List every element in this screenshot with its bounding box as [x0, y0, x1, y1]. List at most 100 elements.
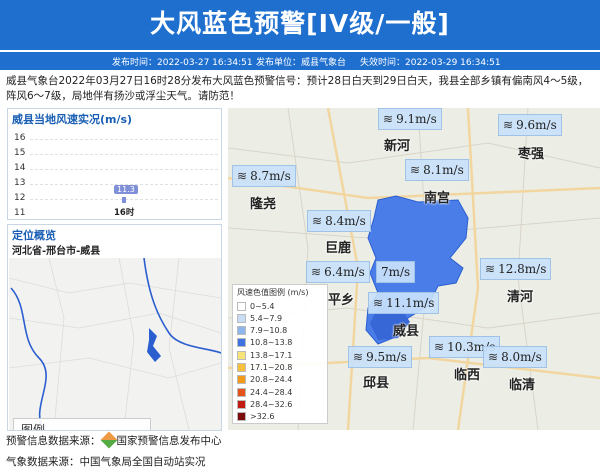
y-tick-label: 11 — [14, 208, 26, 218]
city-label: 清河 — [507, 290, 534, 305]
y-tick-label: 13 — [14, 178, 26, 188]
wind-legend-swatch — [237, 412, 246, 422]
station-value: 8.7m/s — [250, 169, 291, 183]
city-label: 临清 — [509, 378, 536, 393]
wind-legend-swatch — [237, 338, 246, 348]
wind-legend-label: 0~5.4 — [250, 301, 275, 311]
wind-legend-label: 10.8~13.8 — [250, 338, 293, 348]
wind-icon: ≋ — [488, 350, 499, 364]
wind-legend-item: 13.8~17.1 — [237, 349, 325, 361]
warning-source-name[interactable]: 国家预警信息发布中心 — [117, 435, 222, 447]
city-label: 威县 — [393, 324, 420, 339]
overview-location: 河北省-邢台市-威县 — [12, 246, 101, 257]
wind-station-label[interactable]: ≋ 12.8m/s — [480, 258, 552, 280]
grid-line — [30, 169, 218, 170]
wind-legend-title: 风速色值图例 (m/s) — [237, 288, 309, 297]
station-value: 12.8m/s — [498, 262, 547, 276]
overview-title: 定位概览 — [12, 229, 56, 242]
wind-icon: ≋ — [312, 214, 323, 228]
station-value: 9.1m/s — [396, 112, 437, 126]
bar-value-label: 11.3 — [114, 185, 138, 194]
city-label: 临西 — [454, 368, 481, 383]
wind-icon: ≋ — [503, 118, 514, 132]
wind-legend-label: 13.8~17.1 — [250, 350, 293, 360]
location-overview-panel: 定位概览 河北省-邢台市-威县 图例 国界 省界 — [7, 224, 222, 431]
station-value: 7m/s — [381, 265, 411, 279]
minimap-graphic — [9, 258, 221, 430]
alert-meta-bar: 发布时间：2022-03-27 16:34:51 发布单位：威县气象台 失效时间… — [0, 52, 600, 70]
wind-station-label[interactable]: ≋ 8.1m/s — [405, 159, 469, 181]
wind-legend-item: 17.1~20.8 — [237, 362, 325, 374]
wind-station-label[interactable]: ≋ 8.7m/s — [232, 165, 296, 187]
x-axis-label: 16时 — [114, 208, 135, 218]
station-value: 8.1m/s — [423, 163, 464, 177]
grid-line — [30, 154, 218, 155]
wind-legend-label: 24.4~28.4 — [250, 387, 293, 397]
warning-source-line: 预警信息数据来源： 国家预警信息发布中心 — [6, 431, 222, 449]
alert-header: 大风蓝色预警[IV级/一般] — [0, 0, 600, 50]
expire-time: 失效时间：2022-03-29 16:34:51 — [360, 58, 501, 68]
warning-source-label: 预警信息数据来源： — [6, 435, 101, 447]
city-label: 枣强 — [518, 147, 545, 162]
wind-station-label[interactable]: ≋ 11.1m/s — [368, 292, 440, 314]
station-value: 8.0m/s — [501, 350, 542, 364]
wind-station-label[interactable]: ≋ 9.6m/s — [498, 114, 562, 136]
wind-station-label[interactable]: ≋ 9.1m/s — [378, 108, 442, 130]
wind-legend-swatch — [237, 375, 246, 385]
overview-minimap[interactable]: 图例 国界 省界 — [9, 258, 221, 430]
city-label: 新河 — [384, 139, 411, 154]
wind-legend-label: 20.8~24.4 — [250, 375, 293, 385]
wind-station-label[interactable]: ≋ 9.5m/s — [348, 346, 412, 368]
station-value: 6.4m/s — [324, 265, 365, 279]
wind-icon: ≋ — [410, 163, 421, 177]
wind-legend-label: 7.9~10.8 — [250, 326, 288, 336]
wind-legend-item: 7.9~10.8 — [237, 325, 325, 337]
city-label: 平乡 — [328, 293, 355, 308]
wind-legend-swatch — [237, 313, 246, 323]
wind-icon: ≋ — [383, 112, 394, 126]
wind-legend-label: 5.4~7.9 — [250, 313, 283, 323]
alert-description: 威县气象台2022年03月27日16时28分发布大风蓝色预警信号：预计28日白天… — [6, 75, 589, 102]
wind-legend-item: 24.4~28.4 — [237, 386, 325, 398]
y-tick-label: 15 — [14, 148, 26, 158]
wind-icon: ≋ — [434, 340, 445, 354]
wind-icon: ≋ — [373, 296, 384, 310]
wind-station-label[interactable]: 7m/s — [376, 261, 416, 283]
wind-speed-panel: 威县当地风速实况(m/s) 16 15 14 13 12 11 11.3 16时 — [7, 108, 222, 220]
city-label: 南宫 — [424, 191, 451, 206]
wind-station-label[interactable]: ≋ 8.0m/s — [483, 346, 547, 368]
alert-title: 大风蓝色预警[IV级/一般] — [150, 9, 450, 38]
wind-legend-swatch — [237, 399, 246, 409]
wind-legend-swatch — [237, 387, 246, 397]
wind-color-legend: 风速色值图例 (m/s) 0~5.4 5.4~7.9 7.9~10.8 10.8~13… — [232, 284, 328, 424]
overview-legend: 图例 国界 省界 — [13, 418, 151, 430]
grid-line — [30, 139, 218, 140]
wind-legend-label: >32.6 — [250, 412, 275, 422]
wind-legend-swatch — [237, 350, 246, 360]
wind-legend-item: 28.4~32.6 — [237, 398, 325, 410]
bar-mark — [122, 197, 126, 203]
wind-icon: ≋ — [311, 265, 322, 279]
warning-center-logo-icon — [100, 431, 117, 449]
wind-legend-item: >32.6 — [237, 411, 325, 423]
wind-legend-swatch — [237, 326, 246, 336]
station-value: 11.1m/s — [386, 296, 435, 310]
y-tick-label: 14 — [14, 163, 26, 173]
wind-legend-item: 5.4~7.9 — [237, 312, 325, 324]
weather-source-line: 气象数据来源：中国气象局全国自动站实况 — [6, 456, 206, 468]
wind-icon: ≋ — [237, 169, 248, 183]
wind-legend-swatch — [237, 363, 246, 372]
y-tick-label: 12 — [14, 193, 26, 203]
wind-legend-label: 17.1~20.8 — [250, 363, 293, 372]
wind-legend-item: 20.8~24.4 — [237, 374, 325, 386]
wind-panel-title: 威县当地风速实况(m/s) — [12, 113, 133, 126]
station-value: 8.4m/s — [325, 214, 366, 228]
wind-station-label[interactable]: ≋ 6.4m/s — [306, 261, 370, 283]
station-value: 9.5m/s — [366, 350, 407, 364]
legend-title: 图例 — [21, 423, 46, 430]
y-tick-label: 16 — [14, 133, 26, 143]
city-label: 隆尧 — [250, 197, 277, 212]
wind-legend-label: 28.4~32.6 — [250, 399, 293, 409]
publisher: 发布单位：威县气象台 — [256, 58, 347, 68]
wind-station-label[interactable]: ≋ 8.4m/s — [307, 210, 371, 232]
